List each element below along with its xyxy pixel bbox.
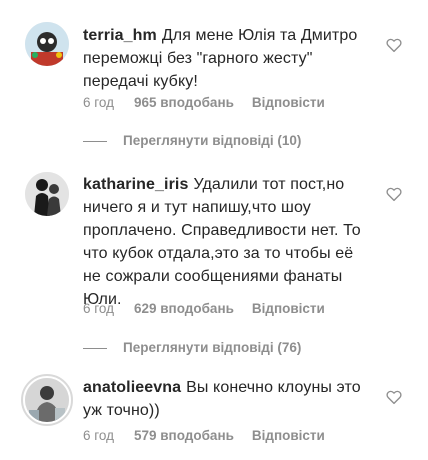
- heart-outline-icon[interactable]: [385, 185, 403, 203]
- comment-body: katharine_iris Удалили тот пост,но ничего…: [83, 173, 368, 311]
- comment-meta: 6 год 965 вподобань Відповісти: [83, 95, 325, 110]
- view-replies-button[interactable]: Переглянути відповіді (10): [83, 133, 301, 148]
- avatar[interactable]: [25, 378, 69, 422]
- reply-button[interactable]: Відповісти: [252, 428, 325, 443]
- view-replies-label: Переглянути відповіді (76): [123, 340, 302, 355]
- comment-meta: 6 год 579 вподобань Відповісти: [83, 428, 325, 443]
- comment-likes[interactable]: 579 вподобань: [134, 428, 234, 443]
- comment-body: terria_hm Для мене Юлія та Дмитро перемож…: [83, 24, 368, 93]
- comment-username[interactable]: terria_hm: [83, 27, 157, 44]
- comment-username[interactable]: katharine_iris: [83, 176, 188, 193]
- view-replies-label: Переглянути відповіді (10): [123, 133, 302, 148]
- comment-username[interactable]: anatolieevna: [83, 379, 181, 396]
- heart-outline-icon[interactable]: [385, 36, 403, 54]
- avatar[interactable]: [25, 22, 69, 66]
- comment-body: anatolieevna Вы конечно клоуны это уж точ…: [83, 376, 368, 422]
- comment-likes[interactable]: 629 вподобань: [134, 301, 234, 316]
- comment-time: 6 год: [83, 428, 114, 443]
- reply-button[interactable]: Відповісти: [252, 95, 325, 110]
- avatar[interactable]: [25, 172, 69, 216]
- view-replies-button[interactable]: Переглянути відповіді (76): [83, 340, 301, 355]
- comment-time: 6 год: [83, 301, 114, 316]
- divider-line: [83, 140, 107, 142]
- heart-outline-icon[interactable]: [385, 388, 403, 406]
- reply-button[interactable]: Відповісти: [252, 301, 325, 316]
- comment-text: Удалили тот пост,но ничего я и тут напиш…: [83, 176, 361, 308]
- comment-likes[interactable]: 965 вподобань: [134, 95, 234, 110]
- divider-line: [83, 347, 107, 349]
- comment-time: 6 год: [83, 95, 114, 110]
- comment-meta: 6 год 629 вподобань Відповісти: [83, 301, 325, 316]
